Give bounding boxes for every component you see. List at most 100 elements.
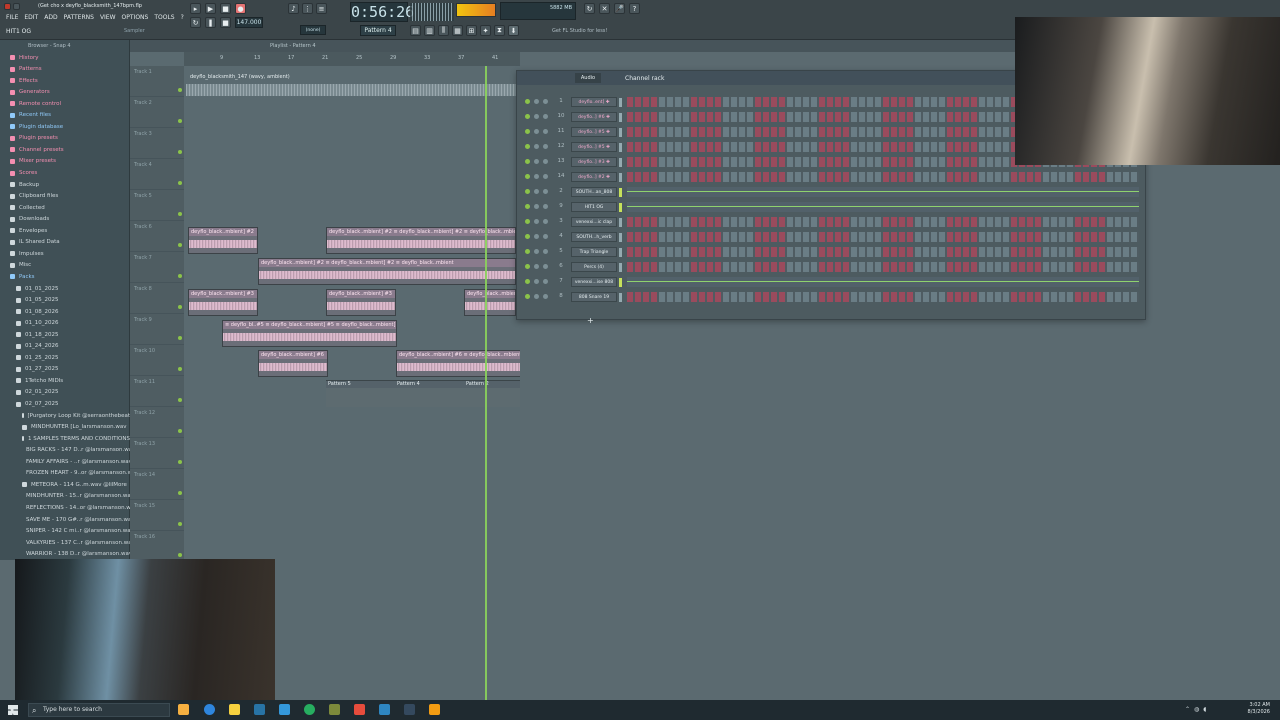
channel-mixer-track[interactable]: 2 [555,188,567,194]
blend-icon[interactable]: ≡ [316,3,327,14]
channel-pan-knob[interactable] [534,219,539,224]
channel-select[interactable] [619,128,622,137]
browser-item[interactable]: History [0,52,130,63]
track-header[interactable]: Track 12 [130,407,184,438]
browser-item[interactable]: FAMILY AFFAIRS - ..r @larsmanson.wav [0,456,132,467]
track-mute-led[interactable] [178,181,182,185]
news-icon[interactable]: ⬇ [508,25,519,36]
channel-volume-knob[interactable] [543,219,548,224]
track-header[interactable]: Track 7 [130,252,184,283]
help-icon[interactable]: ? [629,3,640,14]
channel-mixer-track[interactable]: 14 [555,173,567,179]
step-sequencer[interactable] [627,217,1139,227]
channel-name-button[interactable]: venexxi...ic clap [571,217,617,227]
snap-icon[interactable]: ⋮ [302,3,313,14]
channel-mute-led[interactable] [525,174,530,179]
channel-name-button[interactable]: deyflo..] #5 ✚ [571,127,617,137]
channel-pan-knob[interactable] [534,294,539,299]
audio-clip[interactable]: deyflo_black..mbient] #6 [258,350,328,377]
channel-mute-led[interactable] [525,99,530,104]
menu-options[interactable]: OPTIONS [122,14,149,21]
channel-volume-knob[interactable] [543,189,548,194]
channel-select[interactable] [619,218,622,227]
volume-icon[interactable]: ◖ [1203,706,1206,713]
channel-volume-knob[interactable] [543,234,548,239]
channel-pan-knob[interactable] [534,174,539,179]
pattern-mode[interactable]: (none) [300,25,326,35]
track-header[interactable]: Track 11 [130,376,184,407]
track-mute-led[interactable] [178,429,182,433]
windows-start-icon[interactable] [8,705,18,715]
channel-mixer-track[interactable]: 11 [555,128,567,134]
track-mute-led[interactable] [178,243,182,247]
track-mute-led[interactable] [178,522,182,526]
pattern-selector[interactable]: Pattern 4 [360,25,396,36]
browser-icon[interactable]: ⊞ [466,25,477,36]
file-explorer-icon[interactable] [229,704,240,715]
channel-pan-knob[interactable] [534,204,539,209]
audio-clip[interactable]: ≡ deyflo_bl..#5 ≡ deyflo_black..mbient] … [222,320,397,347]
taskbar-search[interactable]: ⌕ Type here to search [28,703,170,717]
chevron-up-icon[interactable]: ⌃ [1185,706,1190,713]
channel-volume-knob[interactable] [543,114,548,119]
channel-volume-knob[interactable] [543,294,548,299]
track-mute-led[interactable] [178,88,182,92]
browser-item[interactable]: Generators [0,87,130,98]
channel-select[interactable] [619,173,622,182]
pattern-song-toggle[interactable]: ▸ [190,3,201,14]
browser-item[interactable]: MINDHUNTER [Lo_larsmanson.wav [0,422,130,433]
channel-row[interactable]: 3 venexxi...ic clap [521,215,1141,230]
channel-select[interactable] [619,248,622,257]
step-sequencer[interactable] [627,232,1139,242]
audio-clip[interactable]: deyflo_black..mbient] #3 [326,289,396,316]
track-header[interactable]: Track 16 [130,531,184,562]
pause-icon[interactable]: ❚ [205,17,216,28]
step-sequencer[interactable] [627,262,1139,272]
browser-item[interactable]: Channel presets [0,144,130,155]
audio-clip[interactable]: deyflo_black..mbient] #2 ≡ deyflo_black.… [326,227,516,254]
channel-pan-knob[interactable] [534,279,539,284]
tempo-tapper-icon[interactable]: ⧗ [494,25,505,36]
track-header[interactable]: Track 15 [130,500,184,531]
browser-item[interactable]: METEORA - 114 G..m.wav @lilMore [0,479,130,490]
channel-mixer-track[interactable]: 7 [555,278,567,284]
channel-volume-knob[interactable] [543,249,548,254]
channel-mute-led[interactable] [525,189,530,194]
track-mute-led[interactable] [178,553,182,557]
metronome-icon[interactable]: ♪ [288,3,299,14]
channel-select[interactable] [619,203,622,212]
app-icon[interactable] [279,704,290,715]
channel-name-button[interactable]: Trap Triangle [571,247,617,257]
channel-name-button[interactable]: 808 Snare 19 [571,292,617,302]
browser-item[interactable]: Patterns [0,64,130,75]
track-header[interactable]: Track 8 [130,283,184,314]
stop-button[interactable]: ■ [220,3,231,14]
plugin-icon[interactable]: ✦ [480,25,491,36]
audio-clip[interactable]: deyflo_black..mbient] #3 [464,289,516,316]
record-button[interactable]: ● [235,3,246,14]
channel-mixer-track[interactable]: 6 [555,263,567,269]
browser-item[interactable]: Plugin presets [0,133,130,144]
audio-clip[interactable]: deyflo_black..mbient] #3 [188,289,258,316]
pattern-clip[interactable]: Pattern 4 [395,380,464,407]
channel-volume-knob[interactable] [543,99,548,104]
playlist-ruler[interactable]: 9 13 17 21 25 29 33 37 41 [184,52,524,66]
channel-pan-knob[interactable] [534,144,539,149]
channel-volume-knob[interactable] [543,159,548,164]
browser-item[interactable]: SAVE ME - 170 G#..r @larsmanson.wav [0,514,135,525]
add-channel-icon[interactable]: + [587,316,594,325]
play-button[interactable]: ▶ [205,3,216,14]
channel-pan-knob[interactable] [534,114,539,119]
browser-item[interactable]: Remote control [0,98,130,109]
browser-item[interactable]: Misc [0,260,130,271]
channel-rack-icon[interactable]: ▦ [452,25,463,36]
channel-mute-led[interactable] [525,144,530,149]
browser-item[interactable]: 02_07_2025 [0,399,130,410]
browser-item[interactable]: BIG RACKS - 147 D..r @larsmanson.wav [0,445,135,456]
track-header[interactable]: Track 9 [130,314,184,345]
channel-name-button[interactable]: deyflo..] #6 ✚ [571,112,617,122]
channel-mixer-track[interactable]: 1 [555,98,567,104]
channel-name-button[interactable]: Percs (4) [571,262,617,272]
track-mute-led[interactable] [178,274,182,278]
channel-mute-led[interactable] [525,114,530,119]
